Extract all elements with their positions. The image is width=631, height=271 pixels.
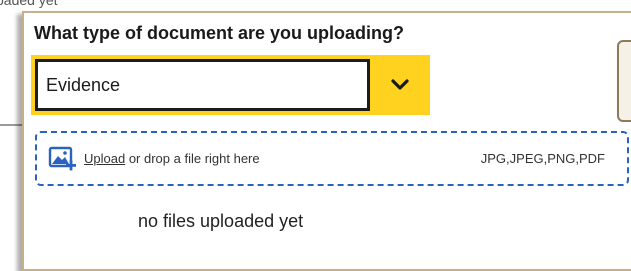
drop-text: or drop a file right here: [125, 151, 260, 166]
image-upload-icon: [48, 146, 76, 171]
document-type-select-field[interactable]: Evidence: [35, 59, 370, 111]
file-dropzone[interactable]: Upload or drop a file right here JPG,JPE…: [35, 131, 629, 186]
empty-state-text: no files uploaded yet: [138, 211, 304, 231]
upload-link[interactable]: Upload: [84, 151, 125, 166]
document-type-dropdown-button[interactable]: [370, 55, 430, 115]
document-type-question: What type of document are you uploading?: [34, 23, 405, 43]
background-divider: [0, 124, 22, 126]
chevron-down-icon: [391, 79, 409, 90]
accepted-file-types: JPG,JPEG,PNG,PDF: [480, 151, 605, 166]
document-type-selected-value: Evidence: [46, 75, 121, 95]
dropzone-instructions: Upload or drop a file right here: [84, 151, 260, 166]
side-action-button[interactable]: [617, 40, 631, 122]
background-status-text: oaded yet: [0, 0, 58, 8]
document-type-select[interactable]: Evidence: [31, 55, 430, 115]
